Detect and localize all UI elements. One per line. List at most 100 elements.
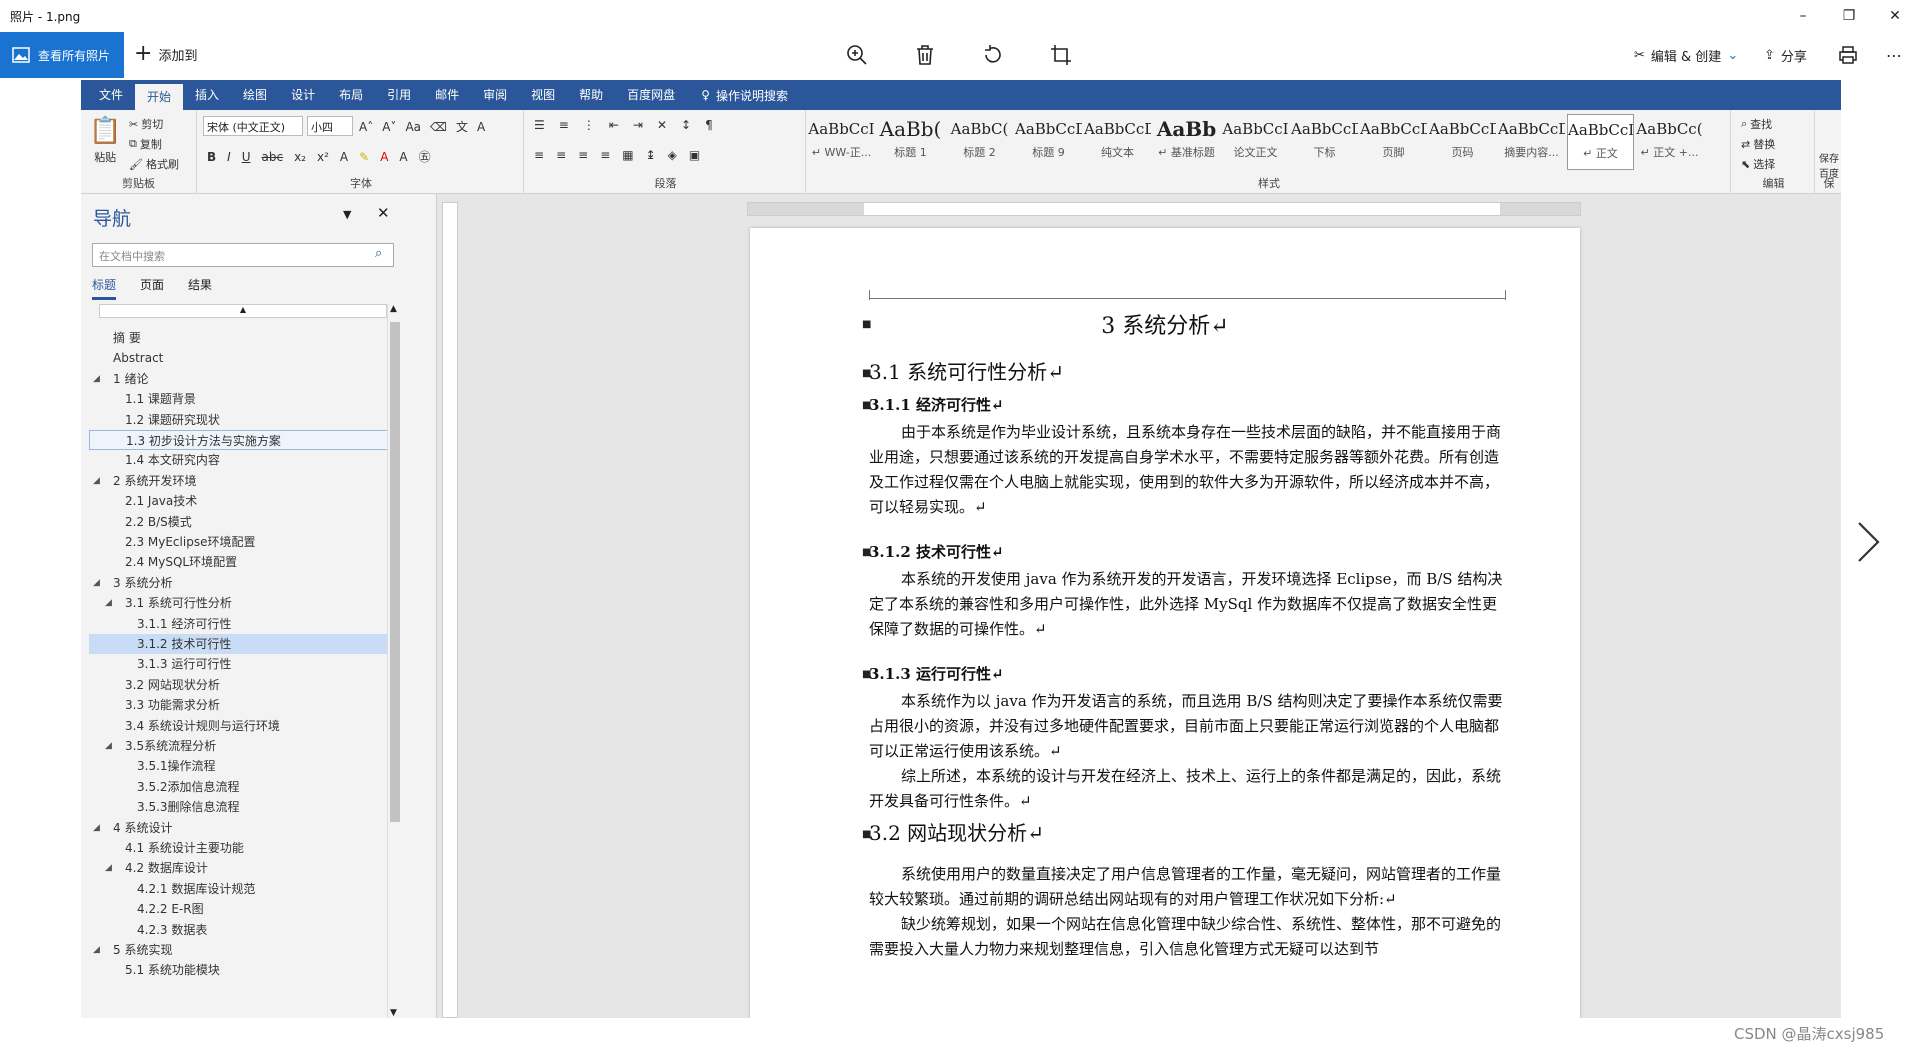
outline-item[interactable]: Abstract xyxy=(89,348,389,368)
maximize-button[interactable]: ❐ xyxy=(1826,0,1872,32)
outline-item[interactable]: 3.5.3删除信息流程 xyxy=(89,797,389,817)
align-center-icon[interactable]: ≡ xyxy=(556,148,566,162)
tab-design[interactable]: 设计 xyxy=(279,80,327,110)
outline-item[interactable]: ◢ 1 绪论 xyxy=(89,369,389,389)
outline-item[interactable]: 3.4 系统设计规则与运行环境 xyxy=(89,716,389,736)
clear-format-icon[interactable]: ⌫ xyxy=(430,120,447,134)
edit-create-button[interactable]: ✂ 编辑 & 创建 ⌄ xyxy=(1634,46,1738,65)
outline-item[interactable]: 3.1.1 经济可行性 xyxy=(89,614,389,634)
outline-item[interactable]: 1.3 初步设计方法与实施方案 xyxy=(89,430,389,450)
style-item[interactable]: AaBbCcI 论文正文 xyxy=(1222,114,1289,170)
sort-icon[interactable]: ↕ xyxy=(681,118,691,132)
increase-indent-icon[interactable]: ⇥ xyxy=(633,118,643,132)
select-button[interactable]: ⬉ 选择 xyxy=(1741,156,1775,172)
share-button[interactable]: ⇪ 分享 xyxy=(1764,46,1807,65)
style-item[interactable]: AaBbCc(↵ 正文 +... xyxy=(1636,114,1703,170)
show-marks-icon[interactable]: ¶ xyxy=(705,118,713,132)
chinese-layout-icon[interactable]: ✕ xyxy=(657,118,667,132)
outline-item[interactable]: ◢ 3.5系统流程分析 xyxy=(89,736,389,756)
tell-me-search[interactable]: ♀ 操作说明搜索 xyxy=(687,87,788,104)
outline-item[interactable]: 摘 要 xyxy=(89,328,389,348)
outline-item[interactable]: 1.1 课题背景 xyxy=(89,389,389,409)
outline-item[interactable]: 3.1.3 运行可行性 xyxy=(89,654,389,674)
find-button[interactable]: ⌕ 查找 xyxy=(1741,116,1772,132)
align-left-icon[interactable]: ≡ xyxy=(534,148,544,162)
outline-item[interactable]: 2.1 Java技术 xyxy=(89,491,389,511)
highlight-icon[interactable]: ✎ xyxy=(359,150,369,164)
nav-scrollbar-thumb[interactable] xyxy=(390,322,400,822)
tab-review[interactable]: 审阅 xyxy=(471,80,519,110)
strikethrough-icon[interactable]: abc xyxy=(262,150,284,164)
superscript-icon[interactable]: x² xyxy=(317,150,329,164)
outline-collapse-bar[interactable]: ▲ xyxy=(99,304,387,318)
subscript-icon[interactable]: x₂ xyxy=(294,150,306,164)
outline-item[interactable]: 3.2 网站现状分析 xyxy=(89,675,389,695)
expand-triangle-icon[interactable]: ◢ xyxy=(93,818,100,838)
expand-triangle-icon[interactable]: ◢ xyxy=(105,736,112,756)
tab-layout[interactable]: 布局 xyxy=(327,80,375,110)
change-case-icon[interactable]: Aa xyxy=(405,120,421,134)
document-page[interactable]: ■ 3 系统分析↵ ■ 3.1 系统可行性分析↵ ■ 3.1.1 经济可行性↵ … xyxy=(750,228,1580,1018)
italic-icon[interactable]: I xyxy=(227,150,231,164)
outline-item[interactable]: 3.5.2添加信息流程 xyxy=(89,777,389,797)
style-item[interactable]: AaBbCcDdI 下标 xyxy=(1291,114,1358,170)
outline-item[interactable]: ◢ 3 系统分析 xyxy=(89,573,389,593)
border-char-icon[interactable]: A xyxy=(477,120,485,134)
nav-options-icon[interactable]: ▼ xyxy=(343,208,351,221)
zoom-in-button[interactable] xyxy=(845,43,869,67)
style-item[interactable]: AaBbCcDdI 页脚 xyxy=(1360,114,1427,170)
tab-baidu[interactable]: 百度网盘 xyxy=(615,80,687,110)
font-size-combo[interactable]: 小四 xyxy=(307,116,353,136)
crop-button[interactable] xyxy=(1049,43,1073,67)
pinyin-icon[interactable]: 文 xyxy=(456,118,468,135)
style-item[interactable]: AaBbCcD 标题 9 xyxy=(1015,114,1082,170)
tab-view[interactable]: 视图 xyxy=(519,80,567,110)
style-item[interactable]: AaBbCcI ↵ WW-正... xyxy=(808,114,875,170)
cut-button[interactable]: ✂ 剪切 xyxy=(129,116,163,132)
expand-triangle-icon[interactable]: ◢ xyxy=(93,940,100,960)
tab-mailings[interactable]: 邮件 xyxy=(423,80,471,110)
outline-item[interactable]: 2.2 B/S模式 xyxy=(89,512,389,532)
expand-triangle-icon[interactable]: ◢ xyxy=(105,593,112,613)
rotate-button[interactable] xyxy=(981,43,1005,67)
tab-draw[interactable]: 绘图 xyxy=(231,80,279,110)
style-item[interactable]: AaBbC(标题 2 xyxy=(946,114,1013,170)
decrease-indent-icon[interactable]: ⇤ xyxy=(609,118,619,132)
expand-triangle-icon[interactable]: ◢ xyxy=(105,858,112,878)
align-right-icon[interactable]: ≡ xyxy=(578,148,588,162)
outline-item[interactable]: 1.4 本文研究内容 xyxy=(89,450,389,470)
tab-references[interactable]: 引用 xyxy=(375,80,423,110)
nav-tab-results[interactable]: 结果 xyxy=(188,276,212,300)
scroll-down-icon[interactable]: ▼ xyxy=(390,1008,397,1018)
more-button[interactable]: ⋯ xyxy=(1882,43,1906,67)
tab-home[interactable]: 开始 xyxy=(135,84,184,110)
outline-item[interactable]: ◢ 2 系统开发环境 xyxy=(89,471,389,491)
next-image-button[interactable] xyxy=(1856,520,1882,574)
outline-item[interactable]: 4.2.2 E-R图 xyxy=(89,899,389,919)
style-item[interactable]: AaBbCcDdI 摘要内容... xyxy=(1498,114,1565,170)
delete-button[interactable] xyxy=(913,43,937,67)
outline-item[interactable]: 3.3 功能需求分析 xyxy=(89,695,389,715)
shrink-font-icon[interactable]: A˅ xyxy=(382,120,396,134)
outline-item[interactable]: 5.1 系统功能模块 xyxy=(89,960,389,980)
outline-item[interactable]: ◢ 3.1 系统可行性分析 xyxy=(89,593,389,613)
copy-button[interactable]: ⧉ 复制 xyxy=(129,136,162,152)
bold-icon[interactable]: B xyxy=(207,150,216,164)
distributed-icon[interactable]: ▦ xyxy=(622,148,633,162)
style-item[interactable]: AaBbCcI ↵ 正文 xyxy=(1567,114,1634,170)
tab-insert[interactable]: 插入 xyxy=(183,80,231,110)
font-color-icon[interactable]: A xyxy=(380,150,388,164)
expand-triangle-icon[interactable]: ◢ xyxy=(93,471,100,491)
outline-item[interactable]: 4.2.1 数据库设计规范 xyxy=(89,879,389,899)
scroll-up-icon[interactable]: ▲ xyxy=(390,304,397,314)
enclose-char-icon[interactable]: ㊄ xyxy=(419,148,431,165)
outline-item[interactable]: ◢ 4.2 数据库设计 xyxy=(89,858,389,878)
numbering-icon[interactable]: ≡ xyxy=(559,118,569,132)
nav-scrollbar[interactable]: ▲ ▼ xyxy=(387,304,401,1018)
outline-item[interactable]: 4.1 系统设计主要功能 xyxy=(89,838,389,858)
text-effects-icon[interactable]: A xyxy=(340,150,348,164)
replace-button[interactable]: ⇄ 替换 xyxy=(1741,136,1775,152)
nav-close-icon[interactable]: ✕ xyxy=(377,204,390,222)
grow-font-icon[interactable]: A˄ xyxy=(359,120,373,134)
outline-item[interactable]: ◢ 5 系统实现 xyxy=(89,940,389,960)
